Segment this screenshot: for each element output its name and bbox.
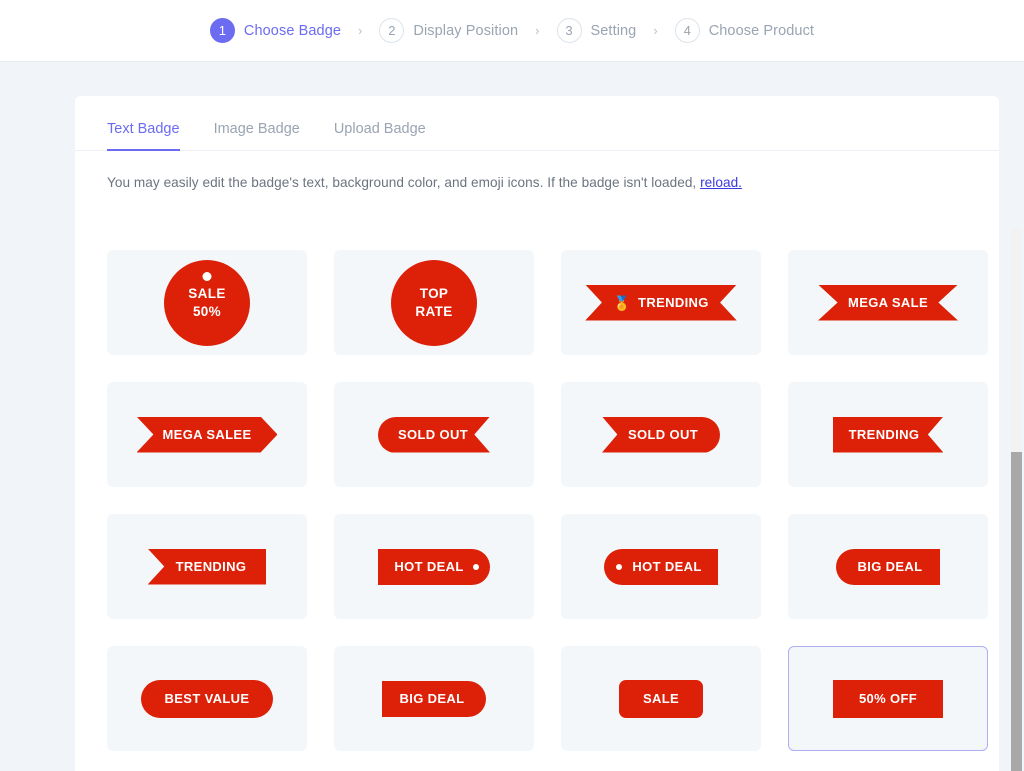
step-1-number: 1 xyxy=(209,18,235,43)
stepper-separator-2: › xyxy=(535,23,540,38)
step-4-label: Choose Product xyxy=(708,22,815,39)
badge-label-line2: RATE xyxy=(415,303,453,319)
badge-preview-big-deal-a: BIG DEAL xyxy=(835,548,941,585)
badge-grid: SALE 50% TOP RATE 🏅 TRENDING MEGA SALE M… xyxy=(107,250,988,751)
badge-card-15[interactable]: SALE xyxy=(561,646,761,751)
badge-label: SOLD OUT xyxy=(628,427,698,442)
badge-preview-hot-deal-b: HOT DEAL xyxy=(604,548,718,585)
description-text: You may easily edit the badge's text, ba… xyxy=(107,175,701,190)
badge-preview-sale: SALE xyxy=(618,679,704,718)
badge-card-14[interactable]: BIG DEAL xyxy=(334,646,534,751)
badge-preview-hot-deal-a: HOT DEAL xyxy=(378,548,490,585)
page-scrollbar-thumb[interactable] xyxy=(1011,452,1022,771)
step-4-choose-product[interactable]: 4 Choose Product xyxy=(674,18,815,43)
medal-icon: 🏅 xyxy=(613,294,632,311)
badge-card-7[interactable]: SOLD OUT xyxy=(561,382,761,487)
badge-label: SOLD OUT xyxy=(398,427,468,442)
badge-card-13[interactable]: BEST VALUE xyxy=(107,646,307,751)
stepper-separator-1: › xyxy=(358,23,363,38)
badge-preview-sold-out-a: SOLD OUT xyxy=(378,416,490,453)
badge-card-1[interactable]: SALE 50% xyxy=(107,250,307,355)
reload-link[interactable]: reload. xyxy=(700,175,742,190)
step-3-label: Setting xyxy=(590,22,637,39)
badge-card-3[interactable]: 🏅 TRENDING xyxy=(561,250,761,355)
stepper: 1 Choose Badge › 2 Display Position › 3 … xyxy=(209,18,815,43)
step-3-setting[interactable]: 3 Setting xyxy=(556,18,637,43)
badge-preview-big-deal-b: BIG DEAL xyxy=(381,680,487,717)
badge-preview-sold-out-b: SOLD OUT xyxy=(602,416,720,453)
badge-panel: Text Badge Image Badge Upload Badge You … xyxy=(75,96,999,771)
step-2-label: Display Position xyxy=(413,22,519,39)
tag-hole-icon xyxy=(616,563,623,570)
badge-label: MEGA SALE xyxy=(848,295,928,310)
badge-card-4[interactable]: MEGA SALE xyxy=(788,250,988,355)
badge-preview-50-off: 50% OFF xyxy=(832,679,944,718)
badge-card-9[interactable]: TRENDING xyxy=(107,514,307,619)
badge-card-12[interactable]: BIG DEAL xyxy=(788,514,988,619)
badge-preview-best-value: BEST VALUE xyxy=(140,679,274,718)
tag-hole-icon xyxy=(202,271,212,281)
badge-label-line2: 50% xyxy=(192,303,222,319)
badge-type-tabs: Text Badge Image Badge Upload Badge xyxy=(75,96,999,151)
badge-preview-trending-medal: 🏅 TRENDING xyxy=(585,284,737,321)
badge-label: 50% OFF xyxy=(858,691,918,706)
badge-card-8[interactable]: TRENDING xyxy=(788,382,988,487)
badge-label-line1: TOP xyxy=(419,286,449,302)
badge-card-2[interactable]: TOP RATE xyxy=(334,250,534,355)
badge-card-5[interactable]: MEGA SALEE xyxy=(107,382,307,487)
badge-label: TRENDING xyxy=(175,559,247,574)
badge-label: MEGA SALEE xyxy=(162,427,252,442)
badge-card-10[interactable]: HOT DEAL xyxy=(334,514,534,619)
badge-preview-mega-salee: MEGA SALEE xyxy=(136,416,278,453)
tab-text-badge[interactable]: Text Badge xyxy=(107,121,180,151)
step-4-number: 4 xyxy=(674,18,700,43)
tag-hole-icon xyxy=(472,563,479,570)
badge-card-16[interactable]: 50% OFF xyxy=(788,646,988,751)
badge-preview-trending-a: TRENDING xyxy=(832,416,944,453)
badge-label: TRENDING xyxy=(638,295,709,310)
page-body: Text Badge Image Badge Upload Badge You … xyxy=(0,62,1024,771)
step-2-number: 2 xyxy=(379,18,405,43)
badge-preview-mega-sale: MEGA SALE xyxy=(818,284,958,321)
badge-grid-scroll-area[interactable]: SALE 50% TOP RATE 🏅 TRENDING MEGA SALE M… xyxy=(75,228,999,771)
tab-upload-badge[interactable]: Upload Badge xyxy=(334,121,426,151)
badge-label: HOT DEAL xyxy=(394,559,464,574)
badge-card-6[interactable]: SOLD OUT xyxy=(334,382,534,487)
stepper-header: 1 Choose Badge › 2 Display Position › 3 … xyxy=(0,0,1024,62)
badge-label: SALE xyxy=(642,691,680,706)
step-1-label: Choose Badge xyxy=(243,22,342,39)
tab-image-badge[interactable]: Image Badge xyxy=(214,121,300,151)
badge-label: HOT DEAL xyxy=(632,559,702,574)
badge-preview-trending-b: TRENDING xyxy=(147,548,267,585)
badge-label: BIG DEAL xyxy=(399,691,465,706)
step-2-display-position[interactable]: 2 Display Position xyxy=(379,18,518,43)
step-3-number: 3 xyxy=(556,18,582,43)
badge-label: TRENDING xyxy=(848,427,920,442)
badge-label: BIG DEAL xyxy=(857,559,923,574)
panel-description: You may easily edit the badge's text, ba… xyxy=(75,151,999,190)
stepper-separator-3: › xyxy=(653,23,658,38)
badge-label-line1: SALE xyxy=(188,286,226,302)
badge-preview-sale-50: SALE 50% xyxy=(164,259,250,346)
step-1-choose-badge[interactable]: 1 Choose Badge xyxy=(209,18,342,43)
badge-card-11[interactable]: HOT DEAL xyxy=(561,514,761,619)
badge-label: BEST VALUE xyxy=(164,691,250,706)
badge-preview-top-rate: TOP RATE xyxy=(391,259,477,346)
